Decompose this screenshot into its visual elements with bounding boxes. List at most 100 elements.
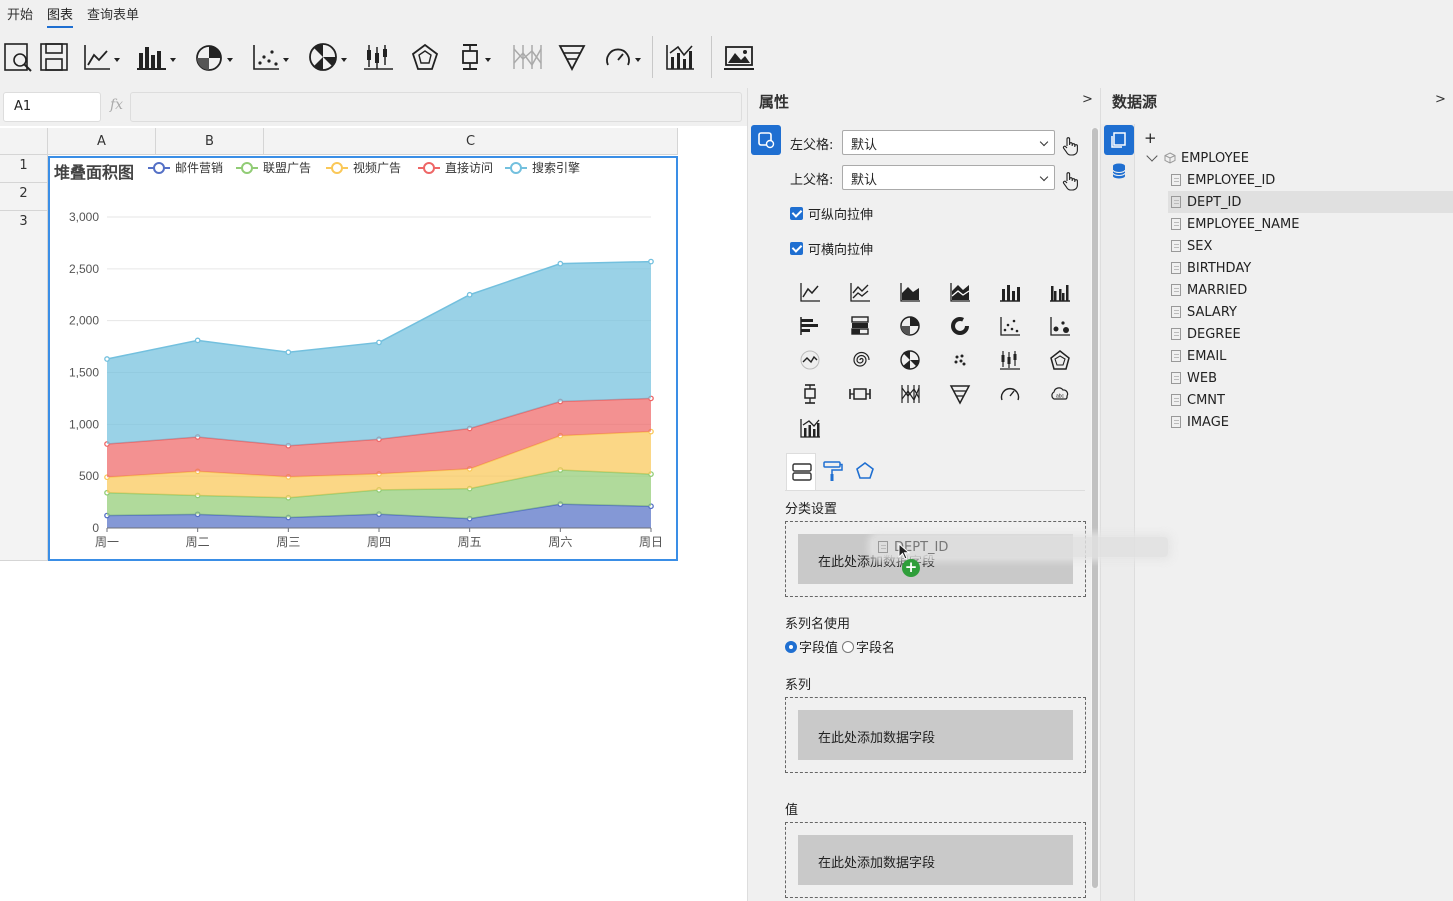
line-chart-button[interactable] bbox=[83, 38, 120, 76]
tab-start[interactable]: 开始 bbox=[7, 4, 33, 23]
checkbox-checked-icon bbox=[790, 242, 803, 255]
series-dropzone[interactable]: 在此处添加数据字段 bbox=[785, 697, 1086, 773]
column-header-b[interactable]: B bbox=[156, 128, 264, 155]
collapse-properties-button[interactable]: > bbox=[1082, 92, 1093, 107]
x-tick-label: 周五 bbox=[458, 535, 482, 549]
radar-chart-button[interactable] bbox=[308, 38, 347, 76]
word-cloud-icon[interactable]: abc bbox=[1049, 383, 1071, 405]
properties-title: 属性 bbox=[759, 93, 790, 111]
paint-roller-icon bbox=[823, 461, 843, 481]
funnel-chart-button[interactable] bbox=[558, 38, 586, 76]
field-document-icon bbox=[1171, 350, 1181, 362]
pie-chart-button[interactable] bbox=[194, 38, 233, 76]
row-header-3[interactable]: 3 bbox=[0, 211, 48, 561]
tree-field-item[interactable]: DEPT_ID bbox=[1168, 191, 1453, 213]
scatter-chart-icon[interactable] bbox=[999, 315, 1021, 337]
radar-wheel-icon bbox=[309, 43, 337, 71]
image-button[interactable] bbox=[723, 38, 755, 76]
tree-field-item[interactable]: BIRTHDAY bbox=[1168, 257, 1453, 279]
bar-chart-icon[interactable] bbox=[999, 281, 1021, 303]
left-parent-select[interactable]: 默认 bbox=[842, 130, 1055, 155]
chart-title: 堆叠面积图 bbox=[54, 163, 134, 182]
tree-field-item[interactable]: EMPLOYEE_NAME bbox=[1168, 213, 1453, 235]
pentagon-radar-icon[interactable] bbox=[1049, 349, 1071, 371]
scatter-chart-button[interactable] bbox=[252, 38, 289, 76]
stretch-horizontal-checkbox[interactable]: 可横向拉伸 bbox=[790, 239, 873, 258]
field-document-icon bbox=[1171, 394, 1181, 406]
stacked-line-chart-icon[interactable] bbox=[849, 281, 871, 303]
formula-input[interactable] bbox=[130, 92, 742, 122]
tree-field-item[interactable]: SEX bbox=[1168, 235, 1453, 257]
stretch-vertical-checkbox[interactable]: 可纵向拉伸 bbox=[790, 204, 873, 223]
combo-chart-button[interactable] bbox=[665, 38, 695, 76]
bubble-chart-icon[interactable] bbox=[1049, 315, 1071, 337]
tree-field-item[interactable]: IMAGE bbox=[1168, 411, 1453, 433]
candlestick-chart-button[interactable] bbox=[364, 38, 394, 76]
candlestick-icon[interactable] bbox=[999, 349, 1021, 371]
parallel-chart-button[interactable] bbox=[511, 38, 543, 76]
stacked-area-chart-icon[interactable] bbox=[949, 281, 971, 303]
tree-table-employee[interactable]: EMPLOYEE bbox=[1146, 147, 1432, 169]
rose-chart-icon[interactable] bbox=[899, 349, 921, 371]
value-dropzone[interactable]: 在此处添加数据字段 bbox=[785, 822, 1086, 898]
pointer-hand-icon[interactable] bbox=[1060, 171, 1080, 191]
boxplot-chart-button[interactable] bbox=[458, 38, 491, 76]
add-dataset-button[interactable]: + bbox=[1144, 129, 1157, 147]
cell-properties-tab[interactable] bbox=[751, 125, 781, 155]
tab-chart[interactable]: 图表 bbox=[47, 4, 74, 29]
tree-field-item[interactable]: SALARY bbox=[1168, 301, 1453, 323]
funnel-icon[interactable] bbox=[949, 383, 971, 405]
horizontal-bar-chart-icon[interactable] bbox=[799, 315, 821, 337]
tree-field-item[interactable]: WEB bbox=[1168, 367, 1453, 389]
column-header-a[interactable]: A bbox=[48, 128, 156, 155]
donut-chart-icon[interactable] bbox=[949, 315, 971, 337]
stacked-horizontal-bar-icon[interactable] bbox=[849, 315, 871, 337]
tree-field-item[interactable]: CMNT bbox=[1168, 389, 1453, 411]
pointer-hand-icon[interactable] bbox=[1060, 136, 1080, 156]
pie-chart-icon[interactable] bbox=[899, 315, 921, 337]
parallel-icon[interactable] bbox=[899, 383, 921, 405]
cluster-dots-icon[interactable] bbox=[949, 349, 971, 371]
data-point bbox=[557, 260, 564, 267]
row-header-1[interactable]: 1 bbox=[0, 155, 48, 183]
tab-style-settings[interactable] bbox=[818, 453, 848, 491]
legend-label: 搜索引擎 bbox=[532, 160, 580, 175]
dataset-tab[interactable] bbox=[1104, 125, 1134, 155]
horizontal-boxplot-icon[interactable] bbox=[849, 383, 871, 405]
top-parent-select[interactable]: 默认 bbox=[842, 165, 1055, 190]
preview-button[interactable] bbox=[3, 38, 33, 76]
properties-panel: 属性 > 左父格: 默认 上父格: 默认 可纵向拉伸 可横向拉伸 abc 分类设 bbox=[747, 88, 1100, 901]
cell-reference-input[interactable]: A1 bbox=[3, 92, 101, 122]
tree-field-item[interactable]: MARRIED bbox=[1168, 279, 1453, 301]
database-icon[interactable] bbox=[1110, 162, 1128, 180]
category-dropzone[interactable]: 在此处添加数据字段 bbox=[785, 521, 1086, 597]
sparkline-icon[interactable] bbox=[799, 349, 821, 371]
radio-field-name[interactable] bbox=[842, 641, 855, 653]
tree-field-item[interactable]: EMPLOYEE_ID bbox=[1168, 169, 1453, 191]
corner-cell[interactable] bbox=[0, 128, 48, 155]
bar-chart-button[interactable] bbox=[137, 38, 176, 76]
radar-button[interactable] bbox=[411, 38, 439, 76]
properties-scrollbar[interactable] bbox=[1091, 128, 1099, 888]
tree-field-item[interactable]: EMAIL bbox=[1168, 345, 1453, 367]
tab-special-settings[interactable] bbox=[850, 453, 880, 491]
radio-field-name-label: 字段名 bbox=[856, 641, 896, 656]
collapse-datasource-button[interactable]: > bbox=[1435, 92, 1446, 107]
grouped-bar-chart-icon[interactable] bbox=[1049, 281, 1071, 303]
tab-query-form[interactable]: 查询表单 bbox=[87, 4, 139, 23]
tab-data-settings[interactable] bbox=[786, 453, 816, 491]
save-button[interactable] bbox=[39, 38, 69, 76]
boxplot-icon[interactable] bbox=[799, 383, 821, 405]
line-chart-icon[interactable] bbox=[799, 281, 821, 303]
spiral-icon[interactable] bbox=[849, 349, 871, 371]
column-header-c[interactable]: C bbox=[264, 128, 678, 155]
tree-field-item[interactable]: DEGREE bbox=[1168, 323, 1453, 345]
combo-chart-icon[interactable] bbox=[799, 417, 821, 439]
row-header-2[interactable]: 2 bbox=[0, 183, 48, 211]
gauge-icon[interactable] bbox=[999, 383, 1021, 405]
gauge-chart-button[interactable] bbox=[604, 38, 641, 76]
radio-field-value[interactable] bbox=[785, 641, 797, 653]
chart-container[interactable]: 堆叠面积图 邮件营销 联盟广告 视频广告 直接访问 搜索引擎 0 500 1,000 1,50… bbox=[48, 156, 678, 561]
area-chart-icon[interactable] bbox=[899, 281, 921, 303]
formula-bar: A1 fx bbox=[0, 88, 747, 126]
